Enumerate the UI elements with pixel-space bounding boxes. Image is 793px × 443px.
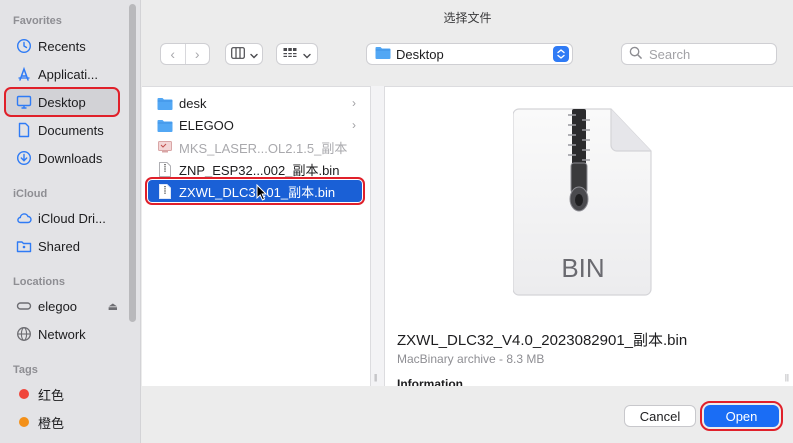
columns-view-icon [230,46,245,62]
folder-icon [157,95,173,111]
file-dialog: 选择文件 ‹ › Desktop Search desk › ELEGOO › … [142,0,793,443]
forward-button[interactable]: › [184,44,210,64]
sidebar-section-icloud: iCloud [13,188,48,200]
search-field[interactable]: Search [621,43,777,65]
mouse-cursor-icon [256,183,268,204]
shared-folder-icon [16,238,32,254]
folder-icon [375,46,396,62]
sidebar-item-label: Recents [38,38,86,54]
sidebar-section-favorites: Favorites [13,15,62,27]
chevron-down-icon [303,47,311,62]
list-item-zxwl-bin[interactable]: ZXWL_DLC3...01_副本.bin [145,177,365,205]
sidebar: Favorites Recents Applicati... Desktop D… [0,0,141,443]
sidebar-item-label: Desktop [38,94,86,110]
dialog-title: 选择文件 [443,11,492,25]
sidebar-item-network[interactable]: Network [6,321,118,347]
list-item-mks-laser: MKS_LASER...OL2.1.5_副本 [148,136,362,158]
view-mode-button[interactable] [225,43,263,65]
applications-icon [16,66,32,82]
search-icon [629,46,649,62]
location-label: Desktop [396,46,444,62]
file-name: ZNP_ESP32...002_副本.bin [179,162,340,178]
sidebar-item-tag-orange[interactable]: 橙色 [6,409,118,435]
globe-icon [16,326,32,342]
sidebar-item-downloads[interactable]: Downloads [6,145,118,171]
grid-icon [283,47,297,62]
sidebar-item-label: Shared [38,238,80,254]
up-down-chevron-icon [553,46,569,62]
tag-color-dot [19,389,29,399]
sidebar-item-label: Applicati... [38,66,98,82]
downloads-icon [16,150,32,166]
binary-file-icon [157,161,173,177]
sidebar-item-label: 橙色 [38,415,65,431]
sidebar-item-desktop[interactable]: Desktop [4,87,120,117]
list-item-znp-bin[interactable]: ZNP_ESP32...002_副本.bin [148,158,362,180]
chevron-down-icon [249,47,258,62]
sidebar-scrollbar[interactable] [129,4,136,322]
desktop-icon [16,94,32,110]
sidebar-section-locations: Locations [13,276,65,288]
location-popup[interactable]: Desktop [366,43,573,65]
group-by-button[interactable] [276,43,318,65]
resize-grip-icon: || [784,373,789,382]
sidebar-item-label: 红色 [38,387,65,403]
column-divider[interactable]: || [370,86,385,386]
file-name: MKS_LASER...OL2.1.5_副本 [179,140,348,156]
sidebar-item-applications[interactable]: Applicati... [6,61,118,87]
sidebar-item-label: elegoo [38,298,78,314]
folder-icon [157,117,173,133]
back-forward-buttons: ‹ › [160,43,210,65]
app-icon [157,139,173,155]
drive-icon [16,298,32,314]
sidebar-item-tag-red[interactable]: 红色 [6,381,118,407]
file-list: desk › ELEGOO › MKS_LASER...OL2.1.5_副本 Z… [142,86,370,386]
resize-grip-icon: || [374,373,377,382]
document-icon [16,122,32,138]
preview-pane: BIN ZXWL_DLC32_V4.0_2023082901_副本.bin Ma… [385,86,793,386]
tag-color-dot [19,417,29,427]
back-button[interactable]: ‹ [161,44,185,64]
search-placeholder: Search [649,46,691,62]
sidebar-section-tags: Tags [13,364,38,376]
preview-info-heading: Information [397,377,463,386]
list-item-folder-elegoo[interactable]: ELEGOO › [148,114,362,136]
sidebar-item-label: iCloud Dri... [38,210,106,226]
file-type-label: BIN [561,253,605,283]
preview-file-name: ZXWL_DLC32_V4.0_2023082901_副本.bin [397,332,688,349]
sidebar-item-label: Network [38,326,86,342]
sidebar-item-elegoo[interactable]: elegoo ⏏ [6,293,118,319]
clock-icon [16,38,32,54]
list-item-folder-desk[interactable]: desk › [148,92,362,114]
preview-file-kind: MacBinary archive - 8.3 MB [397,352,545,366]
file-name: ELEGOO [179,117,234,133]
sidebar-item-shared[interactable]: Shared [6,233,118,259]
open-button[interactable]: Open [700,401,783,431]
chevron-right-icon: › [352,118,356,132]
eject-icon[interactable]: ⏏ [108,300,118,313]
sidebar-item-icloud-drive[interactable]: iCloud Dri... [6,205,118,231]
binary-file-icon [157,183,173,199]
cancel-button[interactable]: Cancel [624,405,696,427]
cloud-icon [16,210,32,226]
sidebar-item-label: Downloads [38,150,103,166]
chevron-right-icon: › [352,96,356,110]
sidebar-item-recents[interactable]: Recents [6,33,118,59]
file-name: desk [179,95,207,111]
sidebar-item-documents[interactable]: Documents [6,117,118,143]
archive-file-icon: BIN [512,107,655,302]
sidebar-item-label: Documents [38,122,104,138]
